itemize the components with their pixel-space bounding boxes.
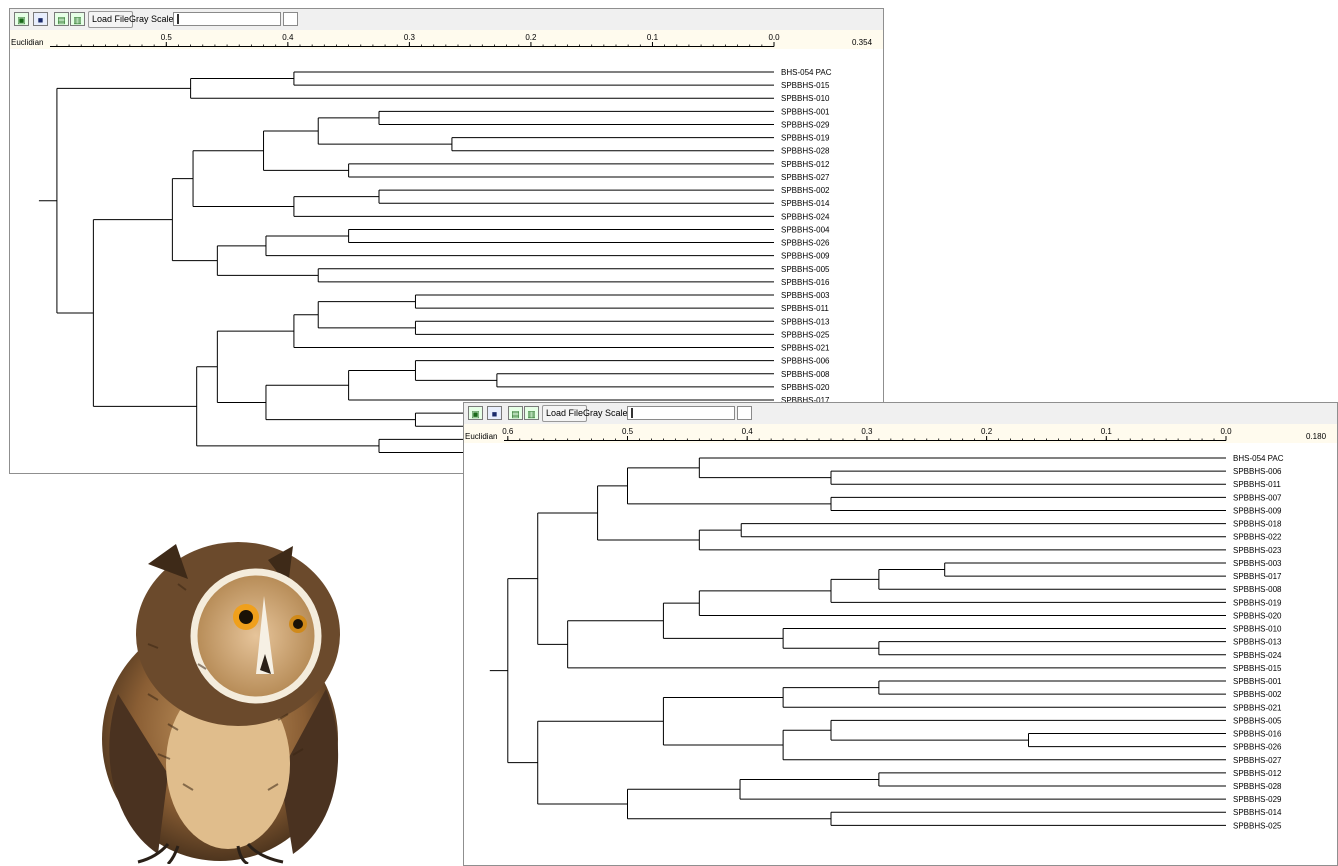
leaf-label: BHS-054 PAC xyxy=(1233,454,1284,463)
leaf-label: SPBBHS-005 xyxy=(781,265,830,274)
leaf-label: SPBBHS-026 xyxy=(781,239,830,248)
copy-image-icon[interactable]: ▤ xyxy=(508,406,523,420)
load-file-button[interactable]: Load File xyxy=(542,405,588,422)
leaf-label: SPBBHS-013 xyxy=(781,317,830,326)
tick-label: 0.5 xyxy=(161,33,173,42)
tick-label: 0.6 xyxy=(502,427,514,436)
leaf-label: SPBBHS-006 xyxy=(1233,467,1282,476)
leaf-label: SPBBHS-020 xyxy=(1233,611,1282,620)
dendrogram-window-2: ▣ ■ ▤ ▥ Load File Gray Scale: Euclidian 0… xyxy=(463,402,1338,866)
leaf-label: SPBBHS-024 xyxy=(781,212,830,221)
leaf-label: SPBBHS-013 xyxy=(1233,638,1282,647)
distance-ruler: Euclidian 0.6 0.5 0.4 0.3 0.2 0.1 0.0 0.180 xyxy=(464,424,1337,443)
distance-axis: Euclidian 0.6 0.5 0.4 0.3 0.2 0.1 0.0 0.180 xyxy=(465,427,1327,441)
load-file-button[interactable]: Load File xyxy=(88,11,134,28)
gray-scale-spinner[interactable] xyxy=(737,406,752,420)
leaf-label: SPBBHS-025 xyxy=(1233,821,1282,830)
owl-image xyxy=(102,542,340,864)
max-distance-label: 0.180 xyxy=(1306,432,1327,441)
leaf-label: SPBBHS-011 xyxy=(1233,480,1281,489)
leaf-label: SPBBHS-025 xyxy=(781,330,830,339)
tick-label: 0.0 xyxy=(1220,427,1232,436)
tick-label: 0.3 xyxy=(404,33,416,42)
leaf-label: SPBBHS-004 xyxy=(781,225,830,234)
tick-label: 0.3 xyxy=(861,427,873,436)
open-file-icon[interactable]: ▣ xyxy=(468,406,483,420)
leaf-label: SPBBHS-019 xyxy=(781,134,830,143)
tick-label: 0.0 xyxy=(768,33,780,42)
paste-image-icon[interactable]: ▥ xyxy=(70,12,85,26)
leaf-label: SPBBHS-029 xyxy=(1233,795,1282,804)
leaf-label: SPBBHS-001 xyxy=(1233,677,1282,686)
leaf-label: SPBBHS-028 xyxy=(1233,782,1282,791)
leaf-label: SPBBHS-016 xyxy=(781,278,830,287)
leaf-label: SPBBHS-010 xyxy=(1233,625,1282,634)
tick-label: 0.4 xyxy=(742,427,754,436)
leaf-label: SPBBHS-023 xyxy=(1233,546,1282,555)
leaf-label: SPBBHS-008 xyxy=(1233,585,1282,594)
leaf-label: SPBBHS-012 xyxy=(1233,769,1282,778)
save-icon[interactable]: ■ xyxy=(33,12,48,26)
leaf-label: SPBBHS-014 xyxy=(781,199,830,208)
leaf-label: SPBBHS-027 xyxy=(781,173,830,182)
leaf-label: SPBBHS-017 xyxy=(1233,572,1282,581)
leaf-label: SPBBHS-002 xyxy=(781,186,830,195)
leaf-label: SPBBHS-022 xyxy=(1233,533,1282,542)
leaf-label: SPBBHS-015 xyxy=(781,81,830,90)
dendrogram-canvas: BHS-054 PAC SPBBHS-006 SPBBHS-011 SPBBHS-00… xyxy=(489,454,1284,830)
gray-scale-slider[interactable] xyxy=(627,406,735,420)
distance-axis: Euclidian 0.5 0.4 0.3 0.2 0.1 0.0 0.354 xyxy=(11,33,873,47)
leaf-label: SPBBHS-009 xyxy=(1233,506,1282,515)
tick-label: 0.2 xyxy=(525,33,537,42)
leaf-label: SPBBHS-015 xyxy=(1233,664,1282,673)
leaf-label: SPBBHS-011 xyxy=(781,304,829,313)
metric-label: Euclidian xyxy=(11,38,43,47)
gray-scale-label: Gray Scale: xyxy=(129,14,177,24)
toolbar: ▣ ■ ▤ ▥ Load File Gray Scale: xyxy=(10,9,883,30)
leaf-label: SPBBHS-027 xyxy=(1233,756,1282,765)
leaf-label: SPBBHS-007 xyxy=(1233,493,1282,502)
paste-image-icon[interactable]: ▥ xyxy=(524,406,539,420)
leaf-label: SPBBHS-021 xyxy=(1233,703,1282,712)
leaf-label: SPBBHS-018 xyxy=(1233,520,1282,529)
tick-label: 0.1 xyxy=(1101,427,1113,436)
leaf-label: SPBBHS-008 xyxy=(781,370,830,379)
leaf-label: SPBBHS-021 xyxy=(781,344,830,353)
leaf-label: SPBBHS-003 xyxy=(1233,559,1282,568)
tick-label: 0.5 xyxy=(622,427,634,436)
gray-scale-slider[interactable] xyxy=(173,12,281,26)
leaf-label: SPBBHS-020 xyxy=(781,383,830,392)
leaf-label: SPBBHS-024 xyxy=(1233,651,1282,660)
leaf-label: SPBBHS-026 xyxy=(1233,743,1282,752)
leaf-label: SPBBHS-019 xyxy=(1233,598,1282,607)
leaf-label: SPBBHS-010 xyxy=(781,94,830,103)
leaf-label: SPBBHS-012 xyxy=(781,160,830,169)
gray-scale-spinner[interactable] xyxy=(283,12,298,26)
leaf-label: SPBBHS-009 xyxy=(781,252,830,261)
leaf-label: SPBBHS-002 xyxy=(1233,690,1282,699)
tick-label: 0.2 xyxy=(981,427,993,436)
leaf-label: SPBBHS-016 xyxy=(1233,730,1282,739)
leaf-label: SPBBHS-029 xyxy=(781,120,830,129)
tick-label: 0.1 xyxy=(647,33,659,42)
leaf-label: SPBBHS-006 xyxy=(781,357,830,366)
leaf-label: SPBBHS-028 xyxy=(781,147,830,156)
max-distance-label: 0.354 xyxy=(852,38,873,47)
gray-scale-label: Gray Scale: xyxy=(583,408,631,418)
tick-label: 0.4 xyxy=(282,33,294,42)
save-icon[interactable]: ■ xyxy=(487,406,502,420)
leaf-label: SPBBHS-014 xyxy=(1233,808,1282,817)
leaf-label: SPBBHS-001 xyxy=(781,107,830,116)
leaf-label: BHS-054 PAC xyxy=(781,68,832,77)
leaf-label: SPBBHS-003 xyxy=(781,291,830,300)
open-file-icon[interactable]: ▣ xyxy=(14,12,29,26)
metric-label: Euclidian xyxy=(465,432,497,441)
copy-image-icon[interactable]: ▤ xyxy=(54,12,69,26)
toolbar: ▣ ■ ▤ ▥ Load File Gray Scale: xyxy=(464,403,1337,424)
distance-ruler: Euclidian 0.5 0.4 0.3 0.2 0.1 0.0 0.354 xyxy=(10,30,883,49)
leaf-label: SPBBHS-005 xyxy=(1233,716,1282,725)
